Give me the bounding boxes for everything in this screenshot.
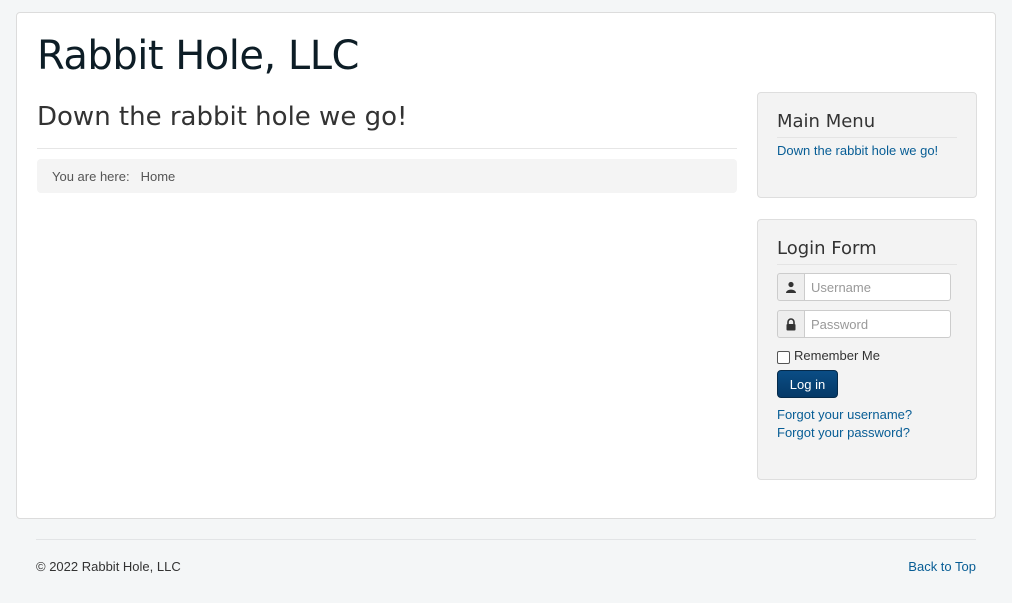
- remember-me-checkbox[interactable]: [777, 351, 790, 364]
- lock-icon: [777, 310, 805, 338]
- footer-divider: [36, 539, 976, 540]
- remember-me-label: Remember Me: [794, 348, 880, 363]
- main-menu-title: Main Menu: [777, 111, 876, 132]
- menu-item-home[interactable]: Down the rabbit hole we go!: [777, 143, 938, 158]
- login-form-module: Login Form Remember Me: [757, 219, 977, 480]
- user-icon: [777, 273, 805, 301]
- remember-me[interactable]: Remember Me: [777, 347, 880, 364]
- divider: [37, 148, 737, 149]
- username-group: [777, 273, 951, 301]
- forgot-username-link[interactable]: Forgot your username?: [777, 407, 912, 422]
- page-heading: Down the rabbit hole we go!: [37, 102, 408, 132]
- breadcrumb-home: Home: [140, 168, 176, 184]
- divider: [777, 264, 957, 265]
- site-title: Rabbit Hole, LLC: [37, 33, 359, 79]
- password-group: [777, 310, 951, 338]
- username-input[interactable]: [805, 273, 951, 301]
- password-input[interactable]: [805, 310, 951, 338]
- login-form-title: Login Form: [777, 238, 877, 259]
- back-to-top-link[interactable]: Back to Top: [908, 559, 976, 574]
- breadcrumb: You are here: Home: [37, 159, 737, 193]
- main-menu-module: Main Menu Down the rabbit hole we go!: [757, 92, 977, 198]
- divider: [777, 137, 957, 138]
- copyright: © 2022 Rabbit Hole, LLC: [36, 559, 181, 574]
- forgot-password-link[interactable]: Forgot your password?: [777, 425, 910, 440]
- breadcrumb-prefix: You are here:: [52, 168, 130, 184]
- login-button[interactable]: Log in: [777, 370, 838, 398]
- page-container: Rabbit Hole, LLC Down the rabbit hole we…: [16, 12, 996, 519]
